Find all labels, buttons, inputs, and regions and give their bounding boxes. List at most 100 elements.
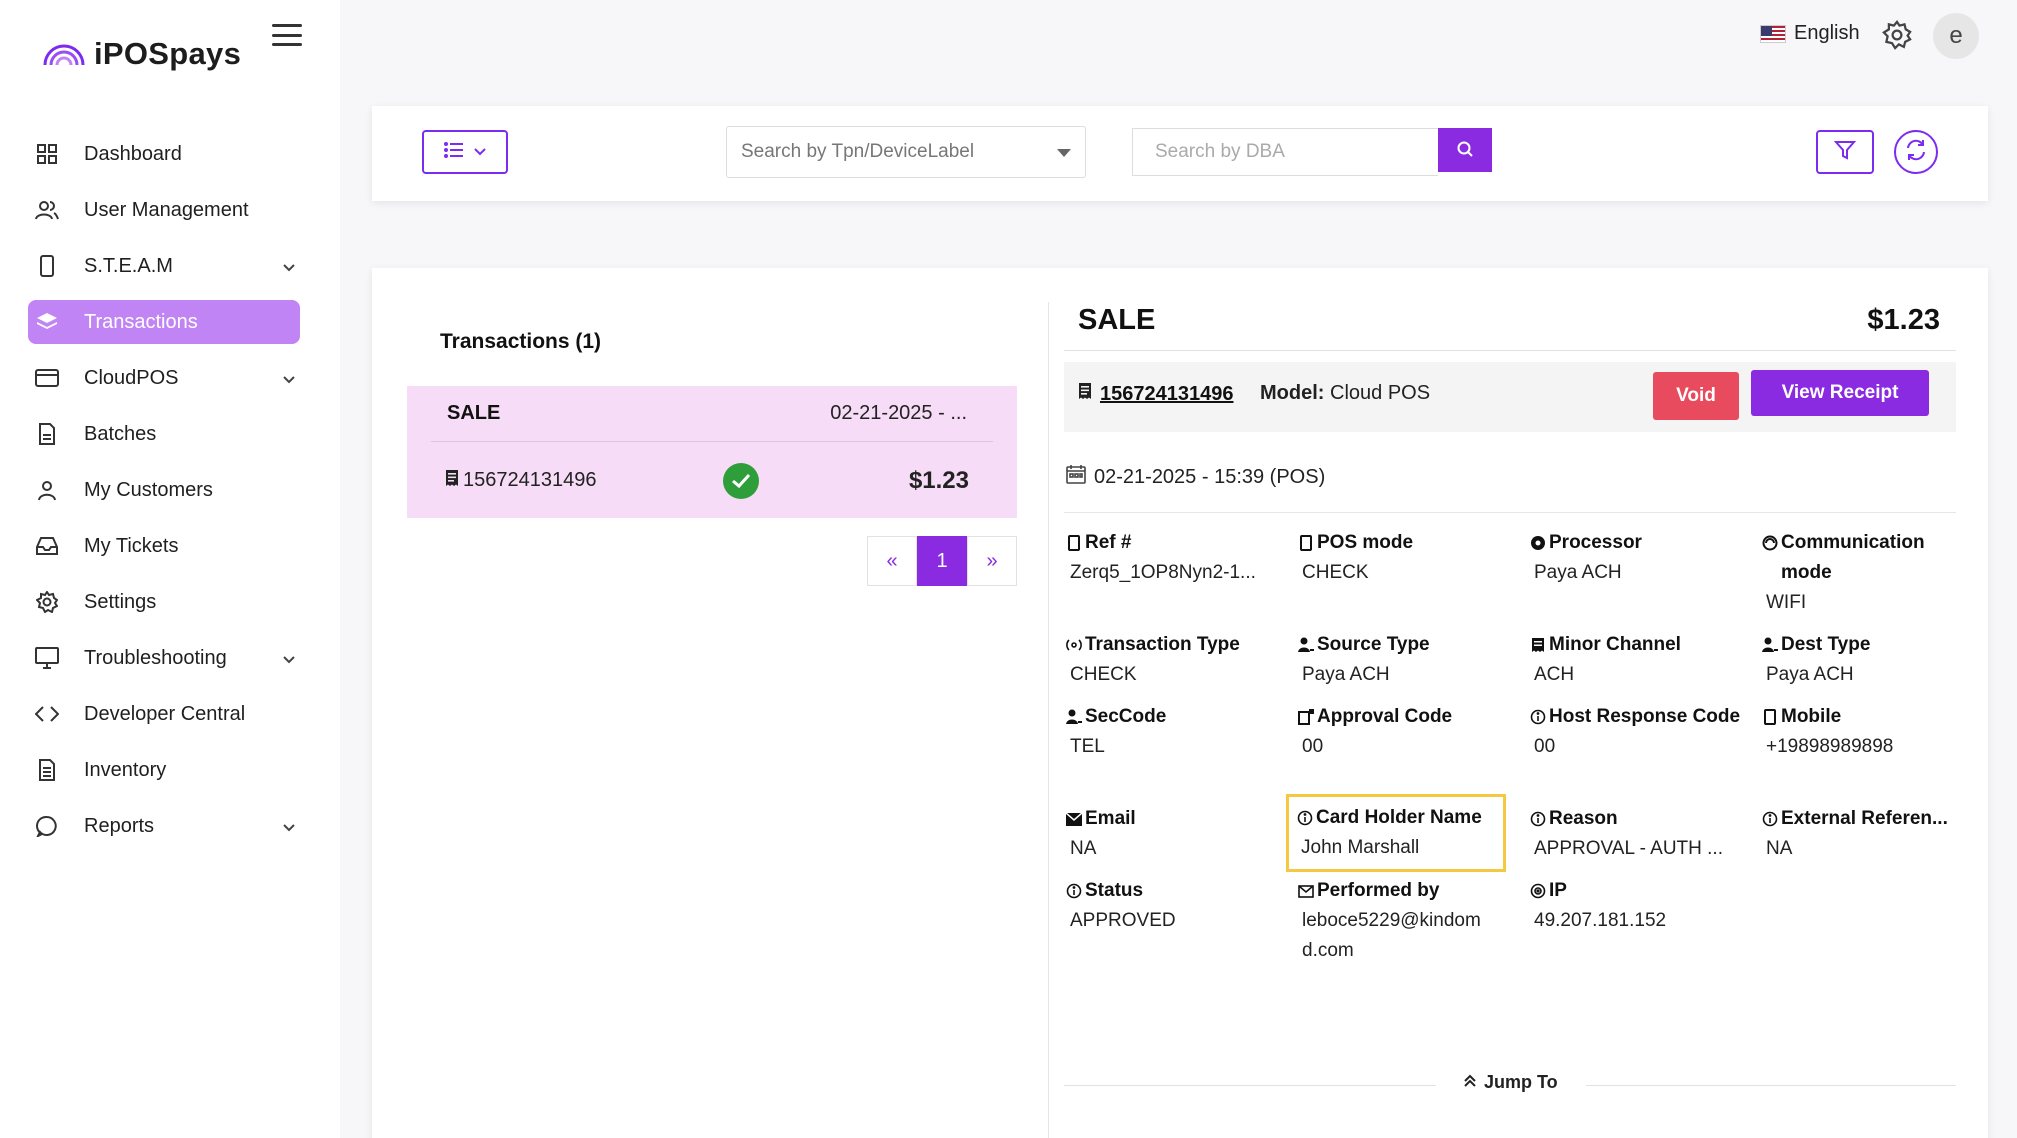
language-selector[interactable]: English — [1760, 22, 1860, 45]
field-label: IP — [1549, 880, 1567, 901]
wifi-icon — [1762, 535, 1778, 551]
pagination-prev[interactable]: « — [867, 536, 917, 586]
layers-icon — [34, 309, 60, 335]
settings-gear-icon[interactable] — [1882, 19, 1912, 55]
chevron-down-icon[interactable] — [282, 256, 296, 279]
mobile-icon — [1762, 709, 1778, 725]
field-mobile: Mobile +19898989898 — [1762, 702, 1982, 762]
info-icon — [1762, 811, 1778, 827]
field-external-reference: External Referen... NA — [1762, 804, 1962, 864]
chevron-down-icon[interactable] — [282, 816, 296, 839]
jump-to-label: Jump To — [1484, 1072, 1558, 1092]
field-label: Approval Code — [1317, 706, 1453, 727]
approved-check-icon — [723, 462, 759, 499]
filter-button[interactable] — [1816, 130, 1874, 174]
brand-logo[interactable]: iPOSpays — [42, 36, 241, 72]
field-label: Transaction Type — [1085, 634, 1240, 655]
pagination-next[interactable]: » — [967, 536, 1017, 586]
detail-divider — [1064, 350, 1956, 351]
person-icon — [1762, 637, 1778, 653]
field-label: Reason — [1549, 808, 1618, 829]
field-minor-channel: Minor Channel ACH — [1530, 630, 1750, 690]
transaction-row-header: SALE 02-21-2025 - ... — [431, 386, 993, 442]
tpn-select-placeholder: Search by Tpn/DeviceLabel — [741, 141, 975, 162]
field-dest-type: Dest Type Paya ACH — [1762, 630, 1982, 690]
field-label: SecCode — [1085, 706, 1167, 727]
field-sec-code: SecCode TEL — [1066, 702, 1286, 762]
view-mode-dropdown[interactable] — [422, 130, 508, 174]
pagination-page-1[interactable]: 1 — [917, 536, 967, 586]
calendar-icon — [1066, 464, 1086, 490]
transaction-row-body: 156724131496 $1.23 — [431, 443, 993, 518]
detail-action-bar: 156724131496 Model: Cloud POS Void View … — [1064, 362, 1956, 432]
field-value: Paya ACH — [1302, 664, 1390, 685]
transaction-id: 156724131496 — [431, 469, 723, 493]
sidebar-item-label: Dashboard — [84, 142, 182, 165]
sidebar-item-label: Troubleshooting — [84, 646, 227, 669]
document-icon — [34, 757, 60, 783]
sidebar-item-label: User Management — [84, 198, 249, 221]
field-label: Dest Type — [1781, 634, 1871, 655]
field-value: Paya ACH — [1766, 664, 1854, 685]
view-receipt-button[interactable]: View Receipt — [1751, 370, 1929, 416]
refresh-icon — [1904, 138, 1928, 167]
file-icon — [34, 421, 60, 447]
void-button[interactable]: Void — [1653, 372, 1739, 420]
field-value: WIFI — [1766, 592, 1807, 613]
field-label: Mobile — [1781, 706, 1842, 727]
sidebar-item-steam[interactable]: S.T.E.A.M — [28, 244, 300, 288]
search-button[interactable] — [1438, 128, 1492, 172]
transaction-list-item[interactable]: SALE 02-21-2025 - ... 156724131496 $1.23 — [407, 386, 1017, 518]
sidebar-item-cloudpos[interactable]: CloudPOS — [28, 356, 300, 400]
list-icon — [444, 141, 464, 163]
menu-toggle-icon[interactable] — [272, 22, 302, 48]
info-icon — [1530, 709, 1546, 725]
sidebar-item-settings[interactable]: Settings — [28, 580, 300, 624]
detail-title: SALE — [1078, 304, 1156, 336]
card-icon — [34, 365, 60, 391]
approval-icon — [1298, 709, 1314, 725]
field-label: Ref # — [1085, 532, 1132, 553]
sidebar-item-my-tickets[interactable]: My Tickets — [28, 524, 300, 568]
sidebar-item-label: Inventory — [84, 758, 167, 781]
sidebar-item-inventory[interactable]: Inventory — [28, 748, 300, 792]
field-value: NA — [1070, 838, 1097, 859]
panel-divider — [1048, 302, 1049, 1138]
chevron-down-icon[interactable] — [282, 648, 296, 671]
sidebar-item-label: My Tickets — [84, 534, 179, 557]
dba-search-input[interactable] — [1132, 128, 1438, 176]
brand-name: iPOSpays — [94, 36, 242, 71]
sidebar-item-user-management[interactable]: User Management — [28, 188, 300, 232]
detail-transaction-link[interactable]: 156724131496 — [1078, 382, 1233, 406]
chevron-down-icon — [474, 143, 486, 161]
refresh-button[interactable] — [1894, 130, 1938, 174]
receipt-icon — [445, 469, 459, 493]
jump-to-button[interactable]: Jump To — [1464, 1072, 1558, 1093]
email-icon — [1066, 811, 1082, 827]
filter-toolbar: Search by Tpn/DeviceLabel — [372, 106, 1988, 201]
sidebar-item-troubleshooting[interactable]: Troubleshooting — [28, 636, 300, 680]
field-value: +19898989898 — [1766, 736, 1894, 757]
model-label: Model: — [1260, 382, 1325, 404]
chevron-down-icon[interactable] — [282, 368, 296, 391]
avatar[interactable]: e — [1933, 13, 1979, 59]
sidebar-item-batches[interactable]: Batches — [28, 412, 300, 456]
field-label: External Referen... — [1781, 808, 1948, 829]
sidebar-item-dashboard[interactable]: Dashboard — [28, 132, 300, 176]
search-icon — [1456, 140, 1474, 161]
sidebar-item-transactions[interactable]: Transactions — [28, 300, 300, 344]
field-host-response-code: Host Response Code 00 — [1530, 702, 1750, 762]
sidebar-item-my-customers[interactable]: My Customers — [28, 468, 300, 512]
field-label: Host Response Code — [1549, 706, 1741, 727]
field-label: Card Holder Name — [1316, 807, 1482, 828]
sidebar-item-developer-central[interactable]: Developer Central — [28, 692, 300, 736]
sidebar-item-reports[interactable]: Reports — [28, 804, 300, 848]
field-pos-mode: POS mode CHECK — [1298, 528, 1518, 588]
field-value: 49.207.181.152 — [1534, 910, 1667, 931]
field-value: 00 — [1302, 736, 1324, 757]
language-label: English — [1794, 22, 1860, 44]
broadcast-icon — [1066, 637, 1082, 653]
field-label: Email — [1085, 808, 1136, 829]
tpn-device-select[interactable]: Search by Tpn/DeviceLabel — [726, 126, 1086, 178]
grid-icon — [34, 141, 60, 167]
